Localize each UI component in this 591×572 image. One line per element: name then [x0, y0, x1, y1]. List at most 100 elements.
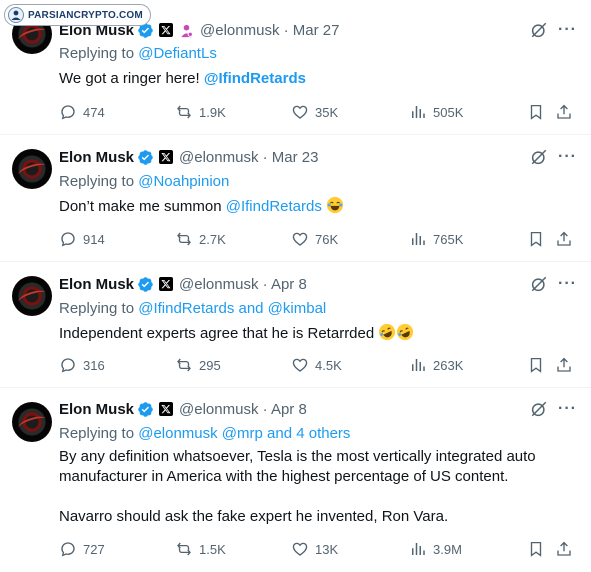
like-button[interactable]: 13K [291, 539, 338, 559]
retweet-count: 1.9K [199, 104, 226, 120]
tweet-text: Don’t make me summon @IfindRetards [59, 196, 579, 217]
avatar[interactable] [12, 276, 52, 316]
tweet[interactable]: Elon Musk @elonmusk · Apr 8 ··· Replying… [0, 262, 591, 388]
rofl-emoji-icon [379, 323, 396, 341]
affiliate-badge-icon [181, 24, 193, 37]
author-name[interactable]: Elon Musk [59, 401, 134, 418]
tweet-header: Elon Musk @elonmusk · Mar 23 [59, 147, 318, 167]
retweet-count: 1.5K [199, 541, 226, 557]
tweet-text: Independent experts agree that he is Ret… [59, 323, 579, 344]
retweet-button[interactable]: 1.9K [175, 102, 226, 122]
tweet-text-line: manufacturer in America with the highest… [59, 468, 509, 485]
bookmark-icon[interactable] [527, 230, 545, 248]
verified-badge-icon[interactable] [137, 276, 154, 293]
views-button[interactable]: 3.9M [409, 539, 462, 559]
handle-and-date[interactable]: @elonmusk · Mar 27 [200, 22, 339, 39]
replying-to: Replying to @elonmusk @mrp and 4 others [59, 425, 350, 442]
tweet-text: By any definition whatsoever, Tesla is t… [59, 447, 579, 527]
handle-and-date[interactable]: @elonmusk · Apr 8 [179, 401, 307, 418]
action-bar: 474 1.9K 35K 505K [59, 102, 579, 122]
like-button[interactable]: 35K [291, 102, 338, 122]
retweet-button[interactable]: 1.5K [175, 539, 226, 559]
replying-prefix: Replying to [59, 45, 139, 62]
tweet[interactable]: Elon Musk @elonmusk · Mar 23 ··· Replyin… [0, 135, 591, 262]
share-icon[interactable] [555, 230, 573, 248]
tweet-text: We got a ringer here! @IfindRetards [59, 69, 579, 89]
replying-to: Replying to @Noahpinion [59, 173, 229, 190]
tweet-text-body: We got a ringer here! [59, 70, 204, 87]
verified-badge-icon[interactable] [137, 149, 154, 166]
author-name[interactable]: Elon Musk [59, 149, 134, 166]
replying-prefix: Replying to [59, 300, 139, 317]
like-button[interactable]: 4.5K [291, 355, 342, 375]
tweet-mention-link[interactable]: @IfindRetards [204, 70, 306, 87]
action-bar: 914 2.7K 76K 765K [59, 229, 579, 249]
grok-icon[interactable] [530, 400, 548, 418]
more-icon[interactable]: ··· [558, 149, 576, 169]
bookmark-icon[interactable] [527, 103, 545, 121]
like-count: 76K [315, 231, 339, 247]
handle-and-date[interactable]: @elonmusk · Apr 8 [179, 276, 307, 293]
action-bar: 727 1.5K 13K 3.9M [59, 539, 579, 559]
replying-to-link[interactable]: @elonmusk @mrp and 4 others [138, 425, 350, 442]
tweet-mention-link[interactable]: @IfindRetards [226, 198, 322, 215]
reply-button[interactable]: 727 [59, 539, 105, 559]
grok-icon[interactable] [530, 275, 548, 293]
tweet[interactable]: Elon Musk @elonmusk · Apr 8 ··· Replying… [0, 388, 591, 572]
replying-to-link[interactable]: @IfindRetards and @kimbal [138, 300, 326, 317]
x-logo-icon [159, 150, 174, 164]
tweet-text-body: Independent experts agree that he is Ret… [59, 325, 379, 342]
more-icon[interactable]: ··· [558, 276, 576, 296]
reply-count: 914 [83, 231, 105, 247]
reply-icon [61, 358, 75, 373]
x-logo-icon [159, 402, 174, 416]
more-icon[interactable]: ··· [558, 401, 576, 421]
x-logo-icon [159, 23, 174, 37]
like-count: 35K [315, 104, 339, 120]
laughing-emoji-icon [326, 196, 344, 214]
watermark: PARSIANCRYPTO.COM [4, 4, 151, 26]
bookmark-icon[interactable] [527, 356, 545, 374]
reply-count: 474 [83, 104, 105, 120]
views-button[interactable]: 505K [409, 102, 463, 122]
rofl-emoji-icon [397, 323, 414, 341]
replying-to: Replying to @IfindRetards and @kimbal [59, 300, 326, 317]
heart-icon [292, 105, 308, 119]
watermark-text: PARSIANCRYPTO.COM [28, 9, 143, 21]
reply-icon [61, 105, 75, 120]
avatar[interactable] [12, 149, 52, 189]
tweet-text-body: Don’t make me summon [59, 198, 226, 215]
like-count: 13K [315, 541, 339, 557]
share-icon[interactable] [555, 356, 573, 374]
replying-to-link[interactable]: @DefiantLs [138, 45, 217, 62]
retweet-icon [177, 358, 191, 372]
retweet-button[interactable]: 2.7K [175, 229, 226, 249]
reply-button[interactable]: 914 [59, 229, 105, 249]
views-button[interactable]: 765K [409, 229, 463, 249]
avatar[interactable] [12, 402, 52, 442]
verified-badge-icon[interactable] [137, 401, 154, 418]
bookmark-icon[interactable] [527, 540, 545, 558]
share-icon[interactable] [555, 540, 573, 558]
views-icon [412, 543, 425, 555]
action-bar: 316 295 4.5K 263K [59, 355, 579, 375]
tweet-header: Elon Musk @elonmusk · Apr 8 [59, 399, 307, 419]
like-button[interactable]: 76K [291, 229, 338, 249]
replying-to: Replying to @DefiantLs [59, 45, 217, 62]
more-icon[interactable]: ··· [558, 22, 576, 42]
retweet-button[interactable]: 295 [175, 355, 221, 375]
share-icon[interactable] [555, 103, 573, 121]
views-icon [412, 359, 425, 371]
grok-icon[interactable] [530, 21, 548, 39]
reply-button[interactable]: 474 [59, 102, 105, 122]
reply-button[interactable]: 316 [59, 355, 105, 375]
replying-to-link[interactable]: @Noahpinion [138, 173, 229, 190]
grok-icon[interactable] [530, 148, 548, 166]
handle-and-date[interactable]: @elonmusk · Mar 23 [179, 149, 318, 166]
views-count: 505K [433, 104, 464, 120]
views-icon [412, 233, 425, 245]
reply-count: 316 [83, 357, 105, 373]
author-name[interactable]: Elon Musk [59, 276, 134, 293]
retweet-count: 295 [199, 357, 221, 373]
views-button[interactable]: 263K [409, 355, 463, 375]
